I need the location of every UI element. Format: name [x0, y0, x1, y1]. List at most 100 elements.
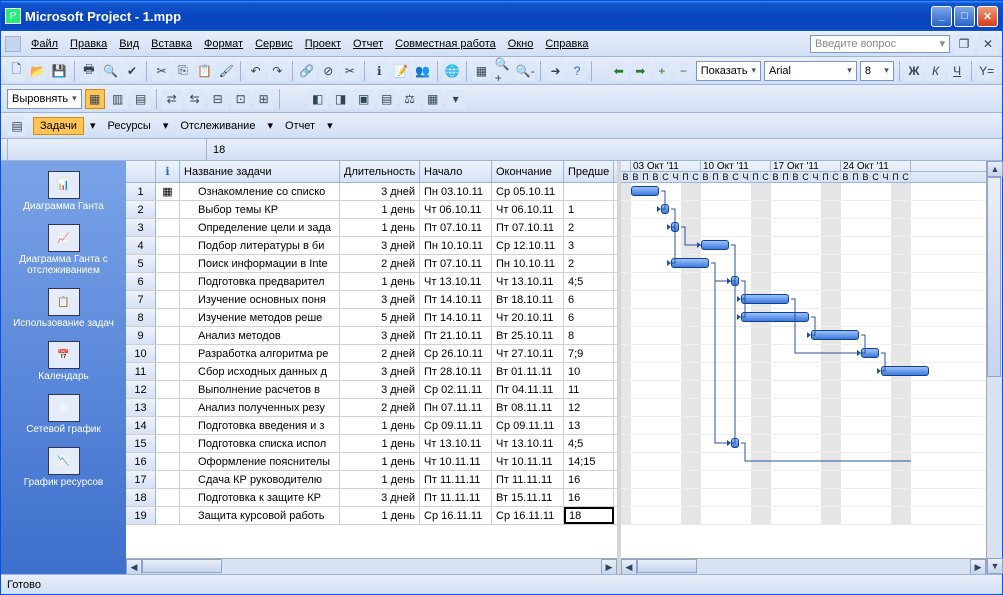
- col-finish[interactable]: Окончание: [492, 161, 564, 182]
- format-painter-icon[interactable]: 🖌: [217, 61, 236, 81]
- tb2-11-icon[interactable]: ▤: [377, 89, 397, 109]
- row-header[interactable]: 16: [126, 453, 156, 470]
- open-icon[interactable]: 📂: [29, 61, 48, 81]
- table-row[interactable]: 10Разработка алгоритма ре2 днейСр 26.10.…: [126, 345, 617, 363]
- row-header[interactable]: 5: [126, 255, 156, 272]
- gantt-bar[interactable]: [881, 366, 929, 376]
- table-row[interactable]: 6Подготовка предварител1 деньЧт 13.10.11…: [126, 273, 617, 291]
- view-network[interactable]: 🕸 Сетевой график: [3, 390, 124, 439]
- col-start[interactable]: Начало: [420, 161, 492, 182]
- minimize-button[interactable]: _: [931, 6, 952, 27]
- publish-icon[interactable]: 🌐: [443, 61, 462, 81]
- guide-resources[interactable]: Ресурсы: [101, 118, 156, 134]
- tb2-12-icon[interactable]: ⚖: [400, 89, 420, 109]
- table-row[interactable]: 5Поиск информации в Inte2 днейПт 07.10.1…: [126, 255, 617, 273]
- row-header[interactable]: 1: [126, 183, 156, 200]
- table-row[interactable]: 13Анализ полученных резу2 днейПн 07.11.1…: [126, 399, 617, 417]
- leveling-icon[interactable]: ▦: [85, 89, 105, 109]
- table-row[interactable]: 1▦Ознакомление со списко3 днейПн 03.10.1…: [126, 183, 617, 201]
- tb2-2-icon[interactable]: ▤: [131, 89, 151, 109]
- row-header[interactable]: 6: [126, 273, 156, 290]
- scroll-down-icon[interactable]: ▼: [987, 558, 1003, 574]
- group-icon[interactable]: ▦: [472, 61, 491, 81]
- row-header[interactable]: 8: [126, 309, 156, 326]
- fontsize-combo[interactable]: 8▾: [860, 61, 894, 81]
- menu-collab[interactable]: Совместная работа: [389, 35, 502, 53]
- menu-help[interactable]: Справка: [539, 35, 594, 53]
- cell-value[interactable]: 18: [207, 144, 231, 156]
- table-row[interactable]: 7Изучение основных поня3 днейПт 14.10.11…: [126, 291, 617, 309]
- print-icon[interactable]: 🖶: [80, 61, 99, 81]
- table-row[interactable]: 14Подготовка введения и з1 деньСр 09.11.…: [126, 417, 617, 435]
- plus-icon[interactable]: +: [653, 61, 672, 81]
- gantt-bar[interactable]: [731, 276, 739, 286]
- tb2-9-icon[interactable]: ◨: [331, 89, 351, 109]
- table-row[interactable]: 15Подготовка списка испол1 деньЧт 13.10.…: [126, 435, 617, 453]
- zoomin-icon[interactable]: 🔍+: [494, 61, 513, 81]
- table-row[interactable]: 3Определение цели и зада1 деньПт 07.10.1…: [126, 219, 617, 237]
- scroll-up-icon[interactable]: ▲: [987, 161, 1003, 177]
- view-calendar[interactable]: 📅 Календарь: [3, 337, 124, 386]
- tb2-3-icon[interactable]: ⇄: [162, 89, 182, 109]
- tb2-6-icon[interactable]: ⊡: [231, 89, 251, 109]
- preview-icon[interactable]: 🔍: [101, 61, 120, 81]
- gantt-scroll-right-icon[interactable]: ▶: [970, 559, 986, 575]
- row-header[interactable]: 17: [126, 471, 156, 488]
- guide-tracking[interactable]: Отслеживание: [174, 118, 261, 134]
- help-search-box[interactable]: Введите вопрос▾: [810, 35, 950, 53]
- table-hscroll[interactable]: ◀ ▶: [126, 558, 617, 574]
- table-row[interactable]: 18Подготовка к защите КР3 днейПт 11.11.1…: [126, 489, 617, 507]
- view-task-usage[interactable]: 📋 Использование задач: [3, 284, 124, 333]
- row-header[interactable]: 13: [126, 399, 156, 416]
- row-header[interactable]: 11: [126, 363, 156, 380]
- menu-file[interactable]: Файл: [25, 35, 64, 53]
- undo-icon[interactable]: ↶: [246, 61, 265, 81]
- scroll-right-icon[interactable]: ▶: [601, 559, 617, 575]
- new-icon[interactable]: 🗋: [7, 61, 26, 81]
- row-header[interactable]: 19: [126, 507, 156, 524]
- menu-window[interactable]: Окно: [502, 35, 540, 53]
- filter-icon[interactable]: Y=: [977, 61, 996, 81]
- gantt-body[interactable]: [621, 183, 986, 558]
- row-header[interactable]: 15: [126, 435, 156, 452]
- col-duration[interactable]: Длительность: [340, 161, 420, 182]
- table-row[interactable]: 4Подбор литературы в би3 днейПн 10.10.11…: [126, 237, 617, 255]
- menu-format[interactable]: Формат: [198, 35, 249, 53]
- scroll-left-icon[interactable]: ◀: [126, 559, 142, 575]
- goto-icon[interactable]: ➜: [546, 61, 565, 81]
- view-tracking-gantt[interactable]: 📈 Диаграмма Ганта с отслеживанием: [3, 220, 124, 280]
- unlink-icon[interactable]: ⊘: [319, 61, 338, 81]
- split-icon[interactable]: ✂: [341, 61, 360, 81]
- view-gantt[interactable]: 📊 Диаграмма Ганта: [3, 167, 124, 216]
- tb2-10-icon[interactable]: ▣: [354, 89, 374, 109]
- show-combo[interactable]: Показать▾: [696, 61, 761, 81]
- table-row[interactable]: 11Сбор исходных данных д3 днейПт 28.10.1…: [126, 363, 617, 381]
- tb2-1-icon[interactable]: ▥: [108, 89, 128, 109]
- gantt-bar[interactable]: [671, 258, 709, 268]
- maximize-button[interactable]: □: [954, 6, 975, 27]
- gantt-bar[interactable]: [661, 204, 669, 214]
- tb2-14-icon[interactable]: ▾: [446, 89, 466, 109]
- menu-edit[interactable]: Правка: [64, 35, 113, 53]
- guide-tasks[interactable]: Задачи: [33, 117, 84, 135]
- italic-icon[interactable]: К: [926, 61, 945, 81]
- gantt-bar[interactable]: [671, 222, 679, 232]
- table-row[interactable]: 17Сдача КР руководителю1 деньПт 11.11.11…: [126, 471, 617, 489]
- link-icon[interactable]: 🔗: [297, 61, 316, 81]
- row-header[interactable]: 4: [126, 237, 156, 254]
- menu-project[interactable]: Проект: [299, 35, 347, 53]
- row-header[interactable]: 3: [126, 219, 156, 236]
- tb2-13-icon[interactable]: ▦: [423, 89, 443, 109]
- row-header[interactable]: 10: [126, 345, 156, 362]
- gantt-bar[interactable]: [631, 186, 659, 196]
- info-icon[interactable]: ℹ: [370, 61, 389, 81]
- guide-icon[interactable]: ▤: [7, 116, 27, 136]
- restore-child-button[interactable]: ❐: [954, 34, 974, 54]
- gantt-bar[interactable]: [861, 348, 879, 358]
- table-row[interactable]: 2Выбор темы КР1 деньЧт 06.10.11Чт 06.10.…: [126, 201, 617, 219]
- menu-report[interactable]: Отчет: [347, 35, 389, 53]
- assign-icon[interactable]: 👥: [413, 61, 432, 81]
- underline-icon[interactable]: Ч: [948, 61, 967, 81]
- tb2-4-icon[interactable]: ⇆: [185, 89, 205, 109]
- copy-icon[interactable]: ⎘: [174, 61, 193, 81]
